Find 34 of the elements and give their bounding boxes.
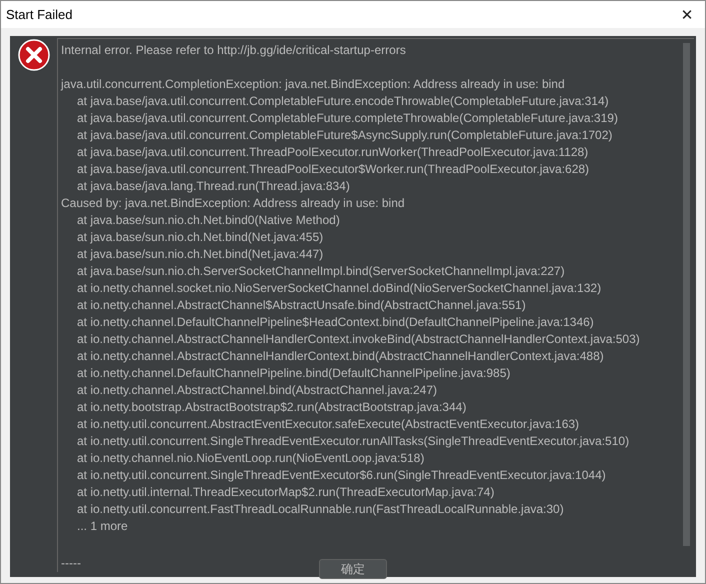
stack-frame: at java.base/java.util.concurrent.CompletableFuture.encodeThrowable(CompletableFuture.java:314) (77, 93, 609, 110)
stack-frame: at io.netty.channel.DefaultChannelPipeline$HeadContext.bind(DefaultChannelPipeline.java:1346) (77, 314, 594, 331)
scrollbar[interactable] (683, 43, 690, 546)
stack-frame: at java.base/sun.nio.ch.ServerSocketChannelImpl.bind(ServerSocketChannelImpl.java:227) (77, 263, 565, 280)
stack-frame: at java.base/sun.nio.ch.Net.bind(Net.java:447) (77, 246, 324, 263)
stack-frame: at io.netty.util.concurrent.SingleThreadEventExecutor.runAllTasks(SingleThreadEventExecutor.java:510) (77, 433, 630, 450)
exception-line: java.util.concurrent.CompletionException: java.net.BindException: Address already in use: bind (61, 76, 565, 93)
ok-button[interactable]: 确定 (319, 559, 387, 579)
exception-line: Caused by: java.net.BindException: Address already in use: bind (61, 195, 405, 212)
stack-frame: at io.netty.channel.socket.nio.NioServerSocketChannel.doBind(NioServerSocketChannel.java:132) (77, 280, 602, 297)
stack-frame: at io.netty.util.internal.ThreadExecutorMap$2.run(ThreadExecutorMap.java:74) (77, 484, 494, 501)
stack-frame: at io.netty.channel.AbstractChannelHandlerContext.bind(AbstractChannelHandlerContext.java:488) (77, 348, 604, 365)
stack-frame: at io.netty.channel.AbstractChannelHandlerContext.invokeBind(AbstractChannelHandlerContext.java:503) (77, 331, 640, 348)
stack-frame: at io.netty.util.concurrent.FastThreadLocalRunnable.run(FastThreadLocalRunnable.java:30) (77, 501, 564, 518)
separator-text: ----- (61, 555, 81, 572)
stack-frame: at java.base/java.lang.Thread.run(Thread.java:834) (77, 178, 350, 195)
stack-frame: at java.base/java.util.concurrent.ThreadPoolExecutor.runWorker(ThreadPoolExecutor.java:1128) (77, 144, 588, 161)
stack-frame: at io.netty.channel.AbstractChannel$AbstractUnsafe.bind(AbstractChannel.java:551) (77, 297, 526, 314)
window-title: Start Failed (6, 7, 72, 22)
error-message: Internal error. Please refer to http://jb.gg/ide/critical-startup-errors (61, 42, 406, 59)
stack-frame: at io.netty.channel.DefaultChannelPipeline.bind(DefaultChannelPipeline.java:985) (77, 365, 510, 382)
stack-frame: at java.base/java.util.concurrent.CompletableFuture$AsyncSupply.run(CompletableFuture.java:1702) (77, 127, 612, 144)
stack-frame: ... 1 more (77, 518, 128, 535)
stack-frame: at java.base/sun.nio.ch.Net.bind0(Native Method) (77, 212, 340, 229)
stack-frame: at java.base/java.util.concurrent.CompletableFuture.completeThrowable(CompletableFuture.java:319) (77, 110, 618, 127)
stack-frame: at io.netty.channel.AbstractChannel.bind(AbstractChannel.java:247) (77, 382, 437, 399)
stack-frame: at io.netty.util.concurrent.AbstractEventExecutor.safeExecute(AbstractEventExecutor.java:163) (77, 416, 580, 433)
stack-frame: at java.base/java.util.concurrent.ThreadPoolExecutor$Worker.run(ThreadPoolExecutor.java:628) (77, 161, 590, 178)
stack-frame: at java.base/sun.nio.ch.Net.bind(Net.java:455) (77, 229, 324, 246)
close-button[interactable]: ✕ (669, 1, 705, 28)
stack-frame: at io.netty.channel.nio.NioEventLoop.run(NioEventLoop.java:518) (77, 450, 424, 467)
stack-frame: at io.netty.bootstrap.AbstractBootstrap$2.run(AbstractBootstrap.java:344) (77, 399, 466, 416)
stack-frame: at io.netty.util.concurrent.SingleThreadEventExecutor$6.run(SingleThreadEventExecutor.java:1044) (77, 467, 606, 484)
error-icon (18, 39, 50, 71)
